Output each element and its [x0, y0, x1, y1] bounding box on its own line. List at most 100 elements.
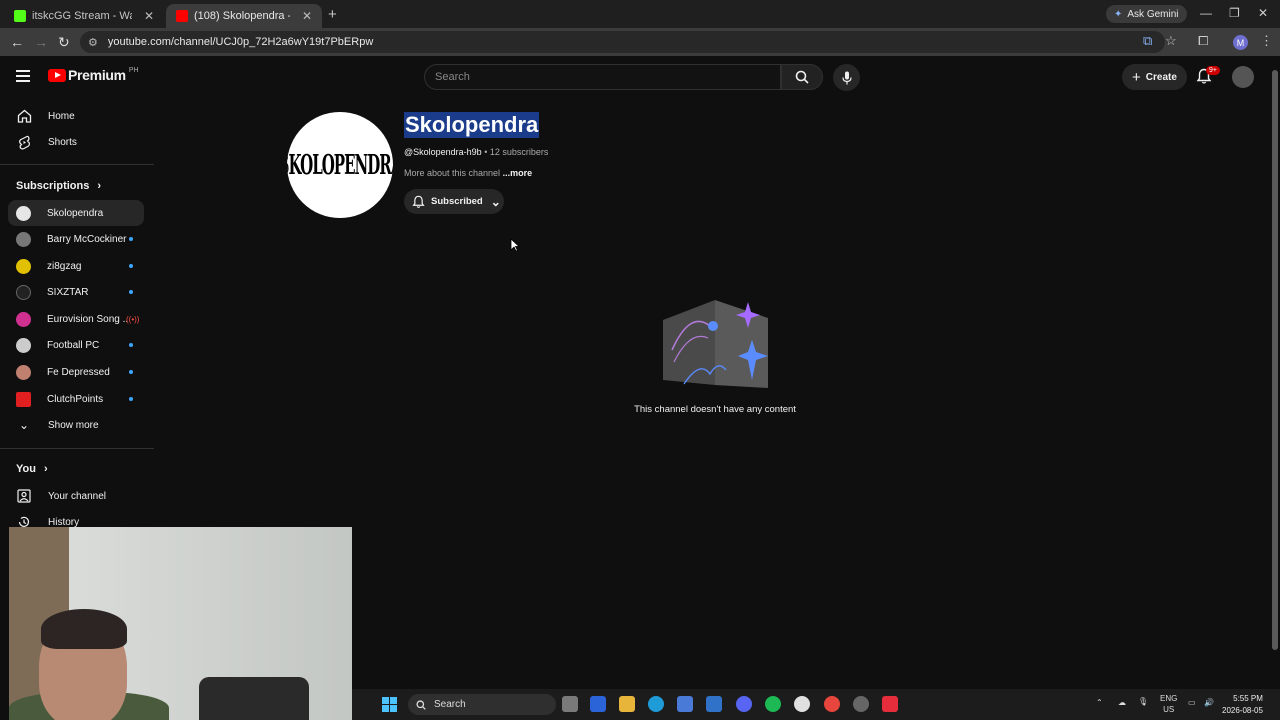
- bell-icon: [412, 195, 425, 208]
- copilot-icon[interactable]: [590, 696, 606, 712]
- chevron-right-icon: ›: [97, 180, 102, 192]
- search-input[interactable]: Search: [424, 64, 781, 90]
- browser-tab-kick[interactable]: itskcGG Stream - Watch Live on ✕: [4, 4, 164, 28]
- webcam-person: [9, 597, 169, 720]
- install-app-icon[interactable]: ⧉: [1143, 33, 1152, 49]
- sidebar-item-label: SIXZTAR: [47, 286, 89, 298]
- browser-menu-icon[interactable]: ⋮: [1260, 33, 1273, 49]
- youtube-premium-logo[interactable]: Premium PH: [48, 67, 139, 83]
- voice-search-button[interactable]: [833, 64, 860, 91]
- clock-date: 2026-08-05: [1222, 706, 1263, 715]
- red-app-icon[interactable]: [882, 696, 898, 712]
- tray-chevron-icon[interactable]: ⌃: [1096, 698, 1103, 707]
- browser-tab-youtube[interactable]: (108) Skolopendra - YouTube ✕: [166, 4, 322, 28]
- show-more-button[interactable]: ⌄ Show more: [8, 412, 144, 438]
- task-view-icon[interactable]: [562, 696, 578, 712]
- sidebar-item-label: Your channel: [48, 490, 107, 502]
- sidebar-item-zi8gzag[interactable]: zi8gzag: [8, 253, 144, 279]
- subscriptions-header[interactable]: Subscriptions ›: [16, 180, 101, 192]
- live-icon: ((•)): [126, 314, 140, 324]
- search-button[interactable]: [781, 64, 823, 90]
- close-window-icon[interactable]: ✕: [1258, 6, 1268, 20]
- you-header[interactable]: You ›: [16, 463, 48, 475]
- create-label: Create: [1145, 71, 1177, 83]
- spotify-icon[interactable]: [765, 696, 781, 712]
- new-content-dot: [129, 370, 133, 374]
- browser-profile-avatar[interactable]: M: [1233, 35, 1248, 50]
- maximize-icon[interactable]: ❐: [1229, 6, 1240, 20]
- ask-gemini-button[interactable]: ✦ Ask Gemini: [1106, 5, 1187, 23]
- notification-count-badge: 9+: [1206, 66, 1220, 75]
- menu-icon[interactable]: [16, 70, 30, 82]
- language-code: ENG: [1160, 694, 1178, 703]
- sidebar-item-label: Eurovision Song ...: [47, 313, 127, 325]
- empty-state-message: This channel doesn't have any content: [634, 404, 796, 415]
- search-icon: [416, 699, 426, 710]
- channel-avatar-large[interactable]: SKOLOPENDRA: [287, 112, 393, 218]
- store-icon[interactable]: [677, 696, 693, 712]
- mail-icon[interactable]: [706, 696, 722, 712]
- sidebar-item-shorts[interactable]: Shorts: [8, 129, 144, 155]
- sidebar-item-skolopendra[interactable]: Skolopendra: [8, 200, 144, 226]
- obs-icon[interactable]: [853, 696, 869, 712]
- subscribed-button[interactable]: Subscribed ⌄: [404, 189, 504, 214]
- discord-icon[interactable]: [736, 696, 752, 712]
- scrollbar-thumb[interactable]: [1272, 70, 1278, 650]
- sidebar-item-sixztar[interactable]: SIXZTAR: [8, 279, 144, 305]
- network-icon[interactable]: ▭: [1188, 698, 1196, 707]
- sidebar-item-football-pc[interactable]: Football PC: [8, 332, 144, 358]
- account-avatar[interactable]: [1232, 66, 1254, 88]
- sidebar-item-barry-mccockiner[interactable]: Barry McCockiner: [8, 226, 144, 252]
- tray-mic-icon[interactable]: 🎙: [1138, 697, 1148, 706]
- sidebar-item-label: Fe Depressed: [47, 366, 110, 378]
- taskbar-clock[interactable]: 5:55 PM 2026-08-05: [1222, 693, 1263, 717]
- tab-close-icon[interactable]: ✕: [302, 9, 312, 23]
- edge-icon[interactable]: [648, 696, 664, 712]
- channel-avatar: [16, 391, 31, 407]
- channel-about[interactable]: More about this channel ...more: [404, 168, 532, 178]
- extensions-icon[interactable]: ⧠: [1198, 33, 1208, 49]
- channel-logo-text: SKOLOPENDRA: [287, 148, 393, 182]
- page-scrollbar[interactable]: [1270, 56, 1280, 689]
- new-content-dot: [129, 237, 133, 241]
- logo-text: Premium: [68, 67, 126, 83]
- language-indicator[interactable]: ENG US: [1160, 693, 1177, 715]
- sidebar: Home Shorts Subscriptions › Skolopendra …: [0, 98, 154, 528]
- create-button[interactable]: + Create: [1122, 64, 1187, 90]
- address-bar[interactable]: ⚙ youtube.com/channel/UCJ0p_72H2a6wY19t7…: [80, 31, 1165, 53]
- site-info-icon[interactable]: ⚙: [88, 36, 98, 49]
- sidebar-item-fe-depressed[interactable]: Fe Depressed: [8, 359, 144, 385]
- file-explorer-icon[interactable]: [619, 696, 635, 712]
- kick-favicon-icon: [14, 10, 26, 22]
- sidebar-item-eurovision[interactable]: Eurovision Song ... ((•)): [8, 306, 144, 332]
- webcam-overlay: [9, 527, 352, 720]
- about-text: More about this channel: [404, 168, 501, 178]
- your-channel-icon: [16, 488, 32, 504]
- forward-icon[interactable]: →: [34, 34, 48, 50]
- plus-icon: +: [1132, 68, 1141, 86]
- channel-name: Skolopendra: [404, 112, 540, 138]
- reload-icon[interactable]: ↻: [58, 34, 70, 51]
- windows-start-icon[interactable]: [382, 697, 397, 712]
- volume-icon[interactable]: 🔊: [1204, 698, 1214, 707]
- more-link[interactable]: ...more: [503, 168, 533, 178]
- tab-close-icon[interactable]: ✕: [144, 9, 154, 23]
- sidebar-divider: [0, 448, 154, 449]
- back-icon[interactable]: ←: [10, 34, 24, 50]
- sidebar-item-home[interactable]: Home: [8, 103, 144, 129]
- sidebar-item-clutchpoints[interactable]: ClutchPoints: [8, 386, 144, 412]
- chrome-icon[interactable]: [824, 696, 840, 712]
- taskbar-search[interactable]: Search: [408, 694, 556, 715]
- new-content-dot: [129, 264, 133, 268]
- sidebar-item-your-channel[interactable]: Your channel: [8, 483, 144, 509]
- new-tab-icon[interactable]: +: [328, 6, 337, 23]
- minimize-icon[interactable]: —: [1200, 6, 1212, 20]
- clock-time: 5:55 PM: [1233, 694, 1263, 703]
- channel-avatar: [16, 311, 31, 327]
- new-content-dot: [129, 343, 133, 347]
- channel-avatar: [16, 337, 31, 353]
- chevron-down-icon: ⌄: [18, 418, 30, 432]
- steam-icon[interactable]: [794, 696, 810, 712]
- tray-cloud-icon[interactable]: ☁: [1118, 698, 1126, 707]
- bookmark-star-icon[interactable]: ☆: [1165, 33, 1177, 49]
